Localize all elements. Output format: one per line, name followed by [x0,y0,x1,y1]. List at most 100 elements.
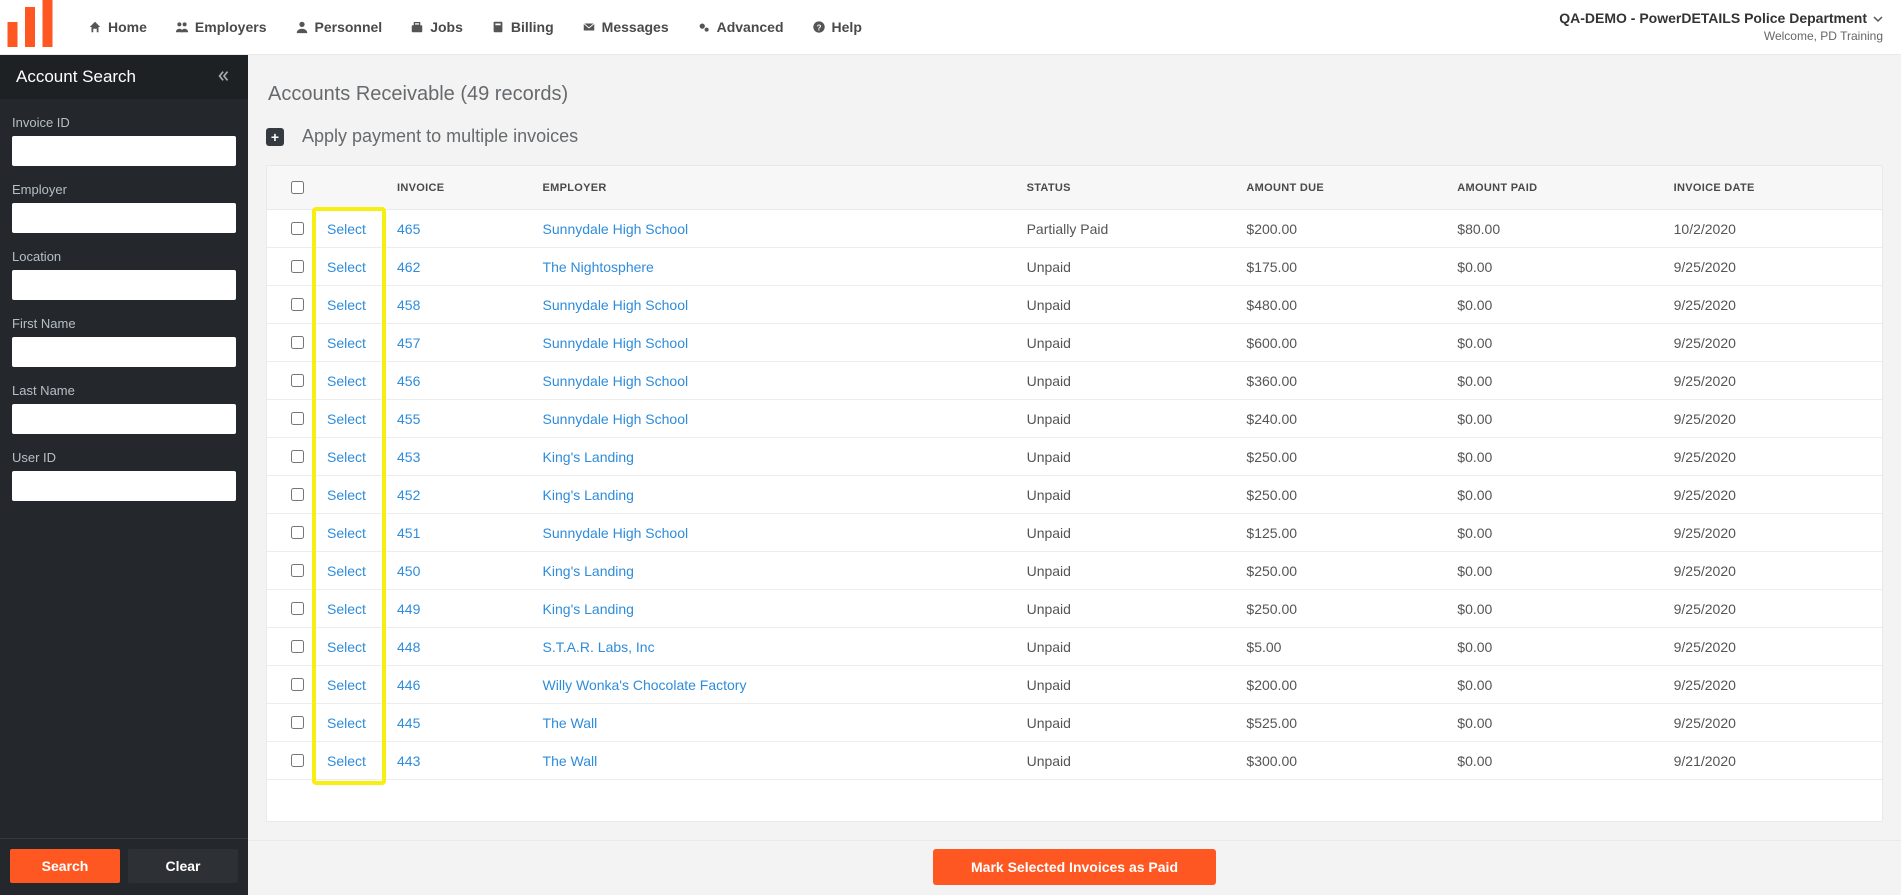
employer-link[interactable]: King's Landing [543,449,634,465]
invoice-link[interactable]: 452 [397,487,420,503]
select-link[interactable]: Select [327,715,366,731]
invoice-link[interactable]: 448 [397,639,420,655]
clear-button[interactable]: Clear [128,849,238,883]
select-link[interactable]: Select [327,487,366,503]
row-checkbox[interactable] [291,336,304,349]
select-link[interactable]: Select [327,525,366,541]
invoice-link[interactable]: 451 [397,525,420,541]
table-row: Select455Sunnydale High SchoolUnpaid$240… [267,400,1882,438]
employer-link[interactable]: King's Landing [543,601,634,617]
nav-label: Employers [195,19,267,35]
table-row: Select462The NightosphereUnpaid$175.00$0… [267,248,1882,286]
expand-apply-payment-icon[interactable]: + [266,128,284,146]
invoice-link[interactable]: 445 [397,715,420,731]
first-name-input[interactable] [12,337,236,367]
select-link[interactable]: Select [327,259,366,275]
select-link[interactable]: Select [327,297,366,313]
employer-link[interactable]: Sunnydale High School [543,373,689,389]
welcome-text: Welcome, PD Training [1559,28,1883,44]
employer-link[interactable]: Willy Wonka's Chocolate Factory [543,677,747,693]
nav-home[interactable]: Home [76,11,159,43]
cogs-icon [697,20,711,34]
select-link[interactable]: Select [327,677,366,693]
row-checkbox[interactable] [291,602,304,615]
select-link[interactable]: Select [327,411,366,427]
employer-link[interactable]: The Nightosphere [543,259,654,275]
amount-paid-cell: $0.00 [1447,438,1663,476]
employer-input[interactable] [12,203,236,233]
select-link[interactable]: Select [327,753,366,769]
row-checkbox[interactable] [291,412,304,425]
row-checkbox[interactable] [291,374,304,387]
status-cell: Partially Paid [1017,210,1237,248]
envelope-icon [582,20,596,34]
row-checkbox[interactable] [291,298,304,311]
invoice-link[interactable]: 446 [397,677,420,693]
mark-paid-button[interactable]: Mark Selected Invoices as Paid [933,849,1216,885]
invoice-link[interactable]: 443 [397,753,420,769]
table-row: Select449King's LandingUnpaid$250.00$0.0… [267,590,1882,628]
employer-link[interactable]: King's Landing [543,563,634,579]
row-checkbox[interactable] [291,450,304,463]
nav-employers[interactable]: Employers [163,11,279,43]
invoice-link[interactable]: 450 [397,563,420,579]
employer-link[interactable]: The Wall [543,715,598,731]
nav-billing[interactable]: Billing [479,11,566,43]
org-switcher[interactable]: QA-DEMO - PowerDETAILS Police Department [1559,9,1883,28]
last-name-input[interactable] [12,404,236,434]
status-cell: Unpaid [1017,514,1237,552]
employer-link[interactable]: The Wall [543,753,598,769]
select-link[interactable]: Select [327,373,366,389]
employer-link[interactable]: S.T.A.R. Labs, Inc [543,639,655,655]
nav-jobs[interactable]: Jobs [398,11,475,43]
user-id-input[interactable] [12,471,236,501]
table-row: Select 465 Sunnydale High School Partially … [267,210,1882,248]
amount-paid-cell: $0.00 [1447,742,1663,780]
invoice-link[interactable]: 453 [397,449,420,465]
select-link[interactable]: Select [327,335,366,351]
invoice-id-input[interactable] [12,136,236,166]
table-row: Select453King's LandingUnpaid$250.00$0.0… [267,438,1882,476]
invoice-link[interactable]: 456 [397,373,420,389]
row-checkbox[interactable] [291,488,304,501]
employer-label: Employer [12,182,236,197]
row-checkbox[interactable] [291,260,304,273]
employer-link[interactable]: Sunnydale High School [543,525,689,541]
top-navbar: Home Employers PersonnelJobsBillingMessage… [0,0,1901,55]
select-link[interactable]: Select [327,601,366,617]
nav-personnel[interactable]: Personnel [283,11,395,43]
nav-help[interactable]: ?Help [800,11,874,43]
nav-advanced[interactable]: Advanced [685,11,796,43]
invoice-link[interactable]: 462 [397,259,420,275]
employer-link[interactable]: Sunnydale High School [543,297,689,313]
invoice-link[interactable]: 455 [397,411,420,427]
employer-link[interactable]: Sunnydale High School [543,221,689,237]
invoice-link[interactable]: 465 [397,221,420,237]
employer-link[interactable]: King's Landing [543,487,634,503]
row-checkbox[interactable] [291,526,304,539]
employer-link[interactable]: Sunnydale High School [543,335,689,351]
row-checkbox[interactable] [291,754,304,767]
select-link[interactable]: Select [327,639,366,655]
invoice-link[interactable]: 449 [397,601,420,617]
row-checkbox[interactable] [291,222,304,235]
location-input[interactable] [12,270,236,300]
invoice-link[interactable]: 458 [397,297,420,313]
select-link[interactable]: Select [327,221,366,237]
row-checkbox[interactable] [291,564,304,577]
row-checkbox[interactable] [291,678,304,691]
employer-link[interactable]: Sunnydale High School [543,411,689,427]
amount-paid-cell: $0.00 [1447,628,1663,666]
last-name-label: Last Name [12,383,236,398]
select-link[interactable]: Select [327,449,366,465]
row-checkbox[interactable] [291,716,304,729]
nav-messages[interactable]: Messages [570,11,681,43]
collapse-sidebar-icon[interactable] [216,69,232,86]
status-cell: Unpaid [1017,666,1237,704]
select-link[interactable]: Select [327,563,366,579]
row-checkbox[interactable] [291,640,304,653]
invoice-date-cell: 9/25/2020 [1664,286,1882,324]
search-button[interactable]: Search [10,849,120,883]
select-all-checkbox[interactable] [291,181,304,194]
invoice-link[interactable]: 457 [397,335,420,351]
